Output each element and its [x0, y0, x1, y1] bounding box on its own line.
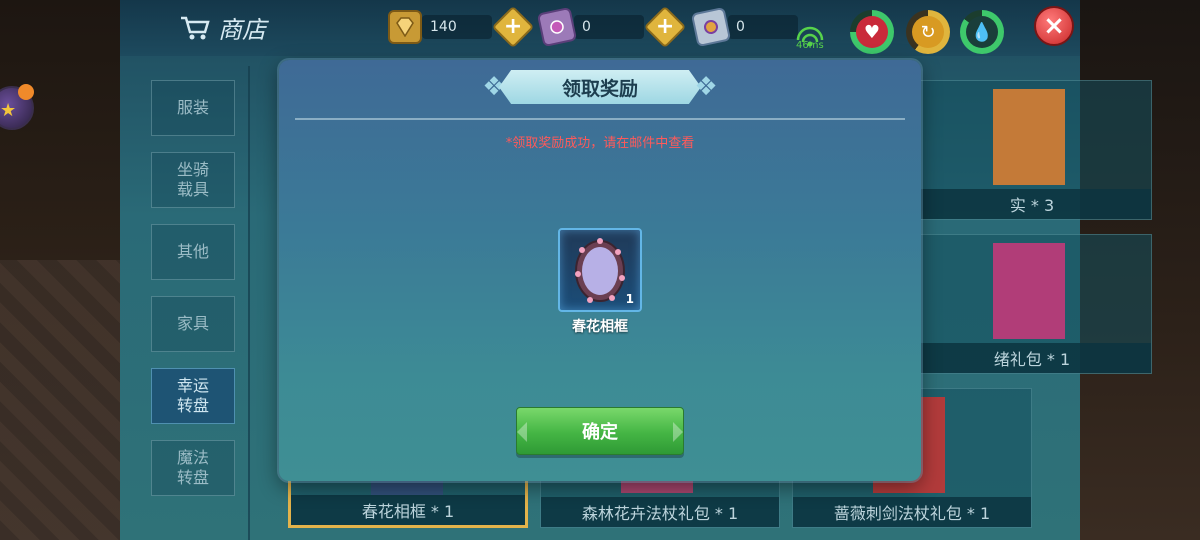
item-card[interactable]: 实 * 3: [912, 80, 1152, 220]
top-bar: 商店 140 + 0 + 0 46ms ♥ ↻ 💧 ×: [120, 0, 1080, 56]
close-shop-button[interactable]: ×: [1034, 6, 1074, 46]
item-card-label: 实 * 3: [913, 189, 1151, 219]
currency-diamond: 140 +: [388, 5, 535, 49]
refresh-icon: ↻: [912, 16, 944, 48]
star-icon: ★: [0, 100, 17, 121]
category-lucky-wheel[interactable]: 幸运 转盘: [151, 368, 235, 424]
diamond-count: 140: [422, 15, 492, 39]
gem-card-count: 0: [574, 15, 644, 39]
currency-gem-card: 0 +: [536, 5, 687, 49]
heart-icon: ♥: [856, 16, 888, 48]
reward-item-slot[interactable]: 1: [558, 228, 642, 312]
flower-card-icon: [690, 6, 732, 48]
left-chevron-icon: [517, 422, 527, 442]
photo-frame-icon: [575, 238, 625, 303]
category-magic-wheel[interactable]: 魔法 转盘: [151, 440, 235, 496]
gift-pack-thumbnail: [993, 243, 1065, 339]
category-furniture[interactable]: 家具: [151, 296, 235, 352]
item-card-label: 春花相框 * 1: [291, 495, 525, 525]
fruit-thumbnail: [993, 89, 1065, 185]
add-gem-card-button[interactable]: +: [643, 5, 687, 49]
reward-name: 春花相框: [572, 319, 628, 335]
ping-readout: 46ms: [796, 40, 824, 51]
title-divider: [295, 118, 905, 120]
item-card[interactable]: 绪礼包 * 1: [912, 234, 1152, 374]
currency-flower-card: 0: [690, 6, 798, 48]
rail-divider: [248, 66, 250, 540]
category-mounts[interactable]: 坐骑 载具: [151, 152, 235, 208]
confirm-button[interactable]: 确定: [516, 407, 684, 455]
right-ornament-icon: ❖: [694, 72, 718, 102]
game-world-left: [0, 0, 120, 540]
reward-dialog: ❖ 领取奖励 ❖ *领取奖励成功，请在邮件中查看 1 春花相框 确定: [279, 60, 921, 481]
stamina-button[interactable]: ↻: [906, 10, 950, 54]
category-other[interactable]: 其他: [151, 224, 235, 280]
water-drop-icon: 💧: [966, 16, 998, 48]
gem-card-icon: [536, 6, 578, 48]
flower-card-count: 0: [728, 15, 798, 39]
add-diamond-button[interactable]: +: [491, 5, 535, 49]
category-clothing[interactable]: 服装: [151, 80, 235, 136]
cart-icon: [180, 15, 210, 41]
success-notice: *领取奖励成功，请在邮件中查看: [505, 136, 695, 151]
health-button[interactable]: ♥: [850, 10, 894, 54]
floor-pattern: [0, 260, 120, 540]
item-card-label: 森林花卉法杖礼包 * 1: [541, 497, 779, 527]
item-card-label: 绪礼包 * 1: [913, 343, 1151, 373]
notification-dot-icon: [18, 84, 34, 100]
confirm-label: 确定: [582, 422, 618, 443]
shop-title-text: 商店: [218, 16, 266, 44]
shop-title: 商店: [180, 10, 266, 45]
right-chevron-icon: [673, 422, 683, 442]
reward-quantity: 1: [625, 292, 634, 306]
diamond-icon: [388, 10, 422, 44]
item-card-label: 蔷薇刺剑法杖礼包 * 1: [793, 497, 1031, 527]
dialog-title: 领取奖励: [499, 70, 701, 104]
water-button[interactable]: 💧: [960, 10, 1004, 54]
category-rail: 服装 坐骑 载具 其他 家具 幸运 转盘 魔法 转盘: [120, 56, 248, 540]
